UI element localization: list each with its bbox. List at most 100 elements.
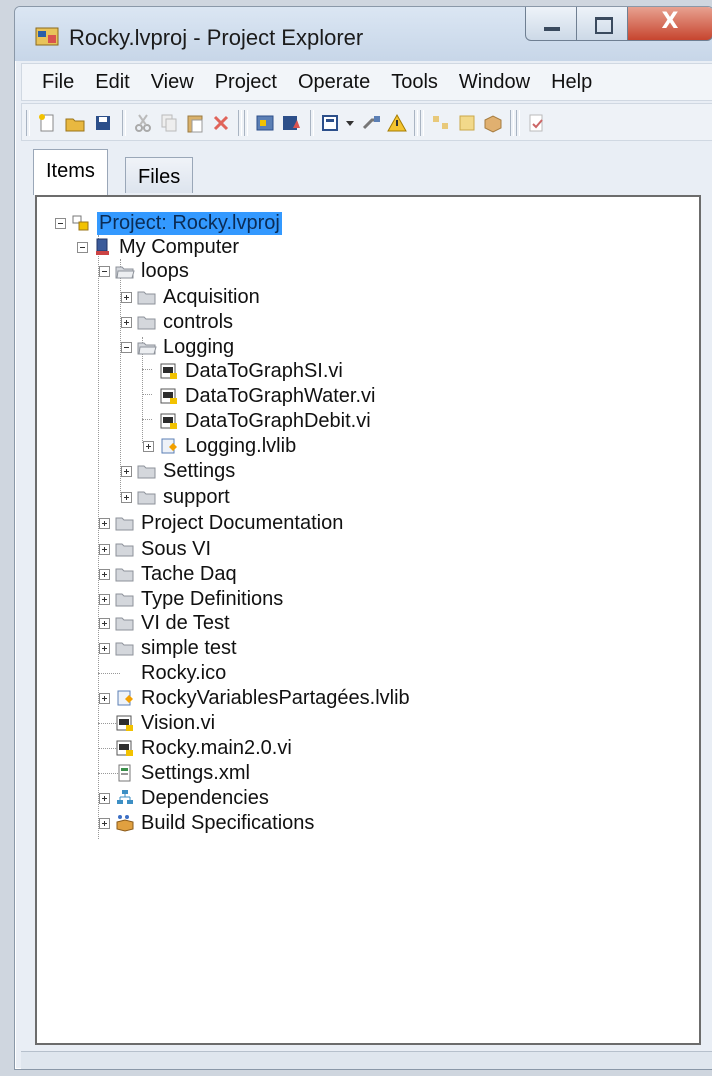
tab-items[interactable]: Items bbox=[33, 149, 108, 195]
new-icon[interactable] bbox=[36, 112, 58, 134]
tree-item-vi[interactable]: Rocky.main2.0.vi bbox=[99, 736, 292, 760]
document-check-icon[interactable] bbox=[526, 112, 548, 134]
tree-item-vi[interactable]: Vision.vi bbox=[99, 711, 215, 735]
tree-item-label: support bbox=[163, 485, 230, 508]
library-icon bbox=[161, 438, 177, 454]
cut-icon[interactable] bbox=[132, 112, 154, 134]
vi-icon bbox=[160, 363, 177, 379]
save-project-icon[interactable] bbox=[280, 112, 302, 134]
tree-item-label: Project Documentation bbox=[141, 511, 344, 534]
tree-item-label: Rocky.ico bbox=[141, 661, 227, 684]
expand-icon[interactable] bbox=[99, 792, 110, 804]
tree-item-controls[interactable]: controls bbox=[121, 310, 233, 334]
toolbar-separator bbox=[516, 110, 520, 136]
tree-item-tache-daq[interactable]: Tache Daq bbox=[99, 562, 237, 586]
tree-item-simple-test[interactable]: simple test bbox=[99, 636, 237, 660]
tree-item-vi[interactable]: DataToGraphDebit.vi bbox=[143, 409, 371, 433]
expand-icon[interactable] bbox=[99, 817, 110, 829]
expand-icon[interactable] bbox=[99, 617, 110, 629]
class-icon[interactable] bbox=[456, 112, 478, 134]
toolbar-separator bbox=[414, 110, 418, 136]
maximize-button[interactable] bbox=[576, 7, 628, 41]
menu-project[interactable]: Project bbox=[215, 71, 277, 94]
tree-item-label: Logging bbox=[163, 335, 235, 358]
tree-item-label: Sous VI bbox=[141, 537, 212, 560]
folder-icon bbox=[115, 642, 134, 656]
collapse-icon[interactable] bbox=[55, 217, 66, 229]
copy-icon[interactable] bbox=[158, 112, 180, 134]
menu-tools[interactable]: Tools bbox=[391, 71, 438, 94]
expand-icon[interactable] bbox=[121, 316, 132, 328]
collapse-icon[interactable] bbox=[99, 265, 110, 277]
tree-item-vi[interactable]: DataToGraphSI.vi bbox=[143, 359, 343, 383]
tree-item-library[interactable]: RockyVariablesPartagées.lvlib bbox=[99, 686, 410, 710]
tree-item-my-computer[interactable]: My Computer bbox=[77, 235, 239, 259]
tree-item-dependencies[interactable]: Dependencies bbox=[99, 786, 269, 810]
expand-icon[interactable] bbox=[99, 642, 110, 654]
tab-strip: Items Files bbox=[21, 145, 712, 195]
package-icon[interactable] bbox=[482, 112, 504, 134]
expand-icon[interactable] bbox=[99, 517, 110, 529]
title-bar[interactable]: Rocky.lvproj - Project Explorer X bbox=[15, 7, 712, 61]
tree-item-acquisition[interactable]: Acquisition bbox=[121, 285, 260, 309]
tree-item-sous-vi[interactable]: Sous VI bbox=[99, 537, 211, 561]
collapse-icon[interactable] bbox=[121, 341, 132, 353]
expand-icon[interactable] bbox=[99, 593, 110, 605]
blank-file-icon bbox=[115, 664, 135, 682]
menu-help[interactable]: Help bbox=[551, 71, 592, 94]
toolbar bbox=[21, 103, 712, 141]
tree-item-vi[interactable]: DataToGraphWater.vi bbox=[143, 384, 375, 408]
tree-item-rocky-ico[interactable]: Rocky.ico bbox=[99, 661, 226, 685]
menu-file[interactable]: File bbox=[42, 71, 74, 94]
menu-operate[interactable]: Operate bbox=[298, 71, 370, 94]
folder-icon bbox=[115, 517, 134, 531]
expand-icon[interactable] bbox=[99, 692, 110, 704]
close-button[interactable]: X bbox=[627, 7, 712, 41]
collapse-icon[interactable] bbox=[77, 241, 88, 253]
expand-icon[interactable] bbox=[99, 543, 110, 555]
tree-item-type-definitions[interactable]: Type Definitions bbox=[99, 587, 283, 611]
tree-item-label: My Computer bbox=[119, 235, 240, 258]
menu-edit[interactable]: Edit bbox=[95, 71, 129, 94]
menu-view[interactable]: View bbox=[151, 71, 194, 94]
tree-item-support[interactable]: support bbox=[121, 485, 230, 509]
toolbar-separator bbox=[238, 110, 242, 136]
build-spec-icon[interactable] bbox=[320, 112, 342, 134]
tree-item-project-documentation[interactable]: Project Documentation bbox=[99, 511, 343, 535]
folder-icon bbox=[137, 316, 156, 330]
vi-hierarchy-icon[interactable] bbox=[430, 112, 452, 134]
minimize-icon bbox=[544, 27, 560, 31]
warning-icon[interactable] bbox=[386, 112, 408, 134]
minimize-button[interactable] bbox=[525, 7, 577, 41]
menu-window[interactable]: Window bbox=[459, 71, 530, 94]
tree-item-library[interactable]: Logging.lvlib bbox=[143, 434, 296, 458]
project-properties-icon[interactable] bbox=[254, 112, 276, 134]
expand-icon[interactable] bbox=[121, 491, 132, 503]
tab-files[interactable]: Files bbox=[125, 157, 194, 193]
tree-item-project[interactable]: Project: Rocky.lvproj bbox=[55, 211, 282, 235]
open-folder-icon[interactable] bbox=[64, 112, 86, 134]
dropdown-arrow-icon[interactable] bbox=[344, 112, 356, 134]
tree-item-settings-xml[interactable]: Settings.xml bbox=[99, 761, 250, 785]
computer-icon bbox=[96, 238, 109, 255]
library-icon bbox=[117, 690, 133, 706]
tree-item-loops[interactable]: loops bbox=[99, 259, 189, 283]
project-tree-panel[interactable]: Project: Rocky.lvproj My Computer loops … bbox=[35, 195, 701, 1045]
toolbar-separator bbox=[310, 110, 314, 136]
delete-icon[interactable] bbox=[210, 112, 232, 134]
tree-item-logging[interactable]: Logging bbox=[121, 335, 234, 359]
tree-item-build-specifications[interactable]: Build Specifications bbox=[99, 811, 314, 835]
expand-icon[interactable] bbox=[143, 440, 154, 452]
toolbar-grip[interactable] bbox=[26, 110, 30, 136]
save-all-icon[interactable] bbox=[92, 112, 114, 134]
tree-item-vi-de-test[interactable]: VI de Test bbox=[99, 611, 230, 635]
expand-icon[interactable] bbox=[121, 465, 132, 477]
folder-open-icon bbox=[115, 266, 135, 279]
expand-icon[interactable] bbox=[121, 291, 132, 303]
expand-icon[interactable] bbox=[99, 568, 110, 580]
deploy-icon[interactable] bbox=[360, 112, 382, 134]
tree-item-label: Tache Daq bbox=[141, 562, 237, 585]
build-specifications-icon bbox=[116, 815, 134, 832]
tree-item-settings[interactable]: Settings bbox=[121, 459, 235, 483]
paste-icon[interactable] bbox=[184, 112, 206, 134]
